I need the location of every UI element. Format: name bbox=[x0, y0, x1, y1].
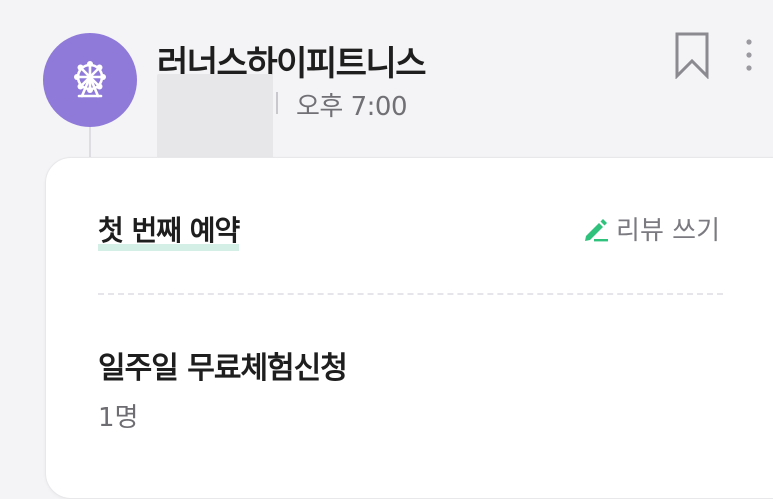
write-review-label: 리뷰 쓰기 bbox=[616, 216, 720, 246]
store-avatar[interactable] bbox=[43, 33, 137, 127]
meta-divider bbox=[276, 92, 278, 114]
bookmark-icon[interactable] bbox=[672, 31, 712, 79]
reservation-title: 첫 번째 예약 bbox=[98, 209, 240, 251]
post-time: 오후 7:00 bbox=[296, 92, 408, 122]
write-review-button[interactable]: 리뷰 쓰기 bbox=[582, 210, 720, 247]
item-quantity: 1명 bbox=[98, 403, 139, 433]
more-vertical-icon[interactable] bbox=[741, 37, 757, 73]
ferris-wheel-icon bbox=[74, 61, 106, 98]
pencil-icon bbox=[585, 218, 609, 241]
dashed-divider bbox=[98, 293, 723, 295]
item-name: 일주일 무료체험신청 bbox=[98, 351, 348, 386]
